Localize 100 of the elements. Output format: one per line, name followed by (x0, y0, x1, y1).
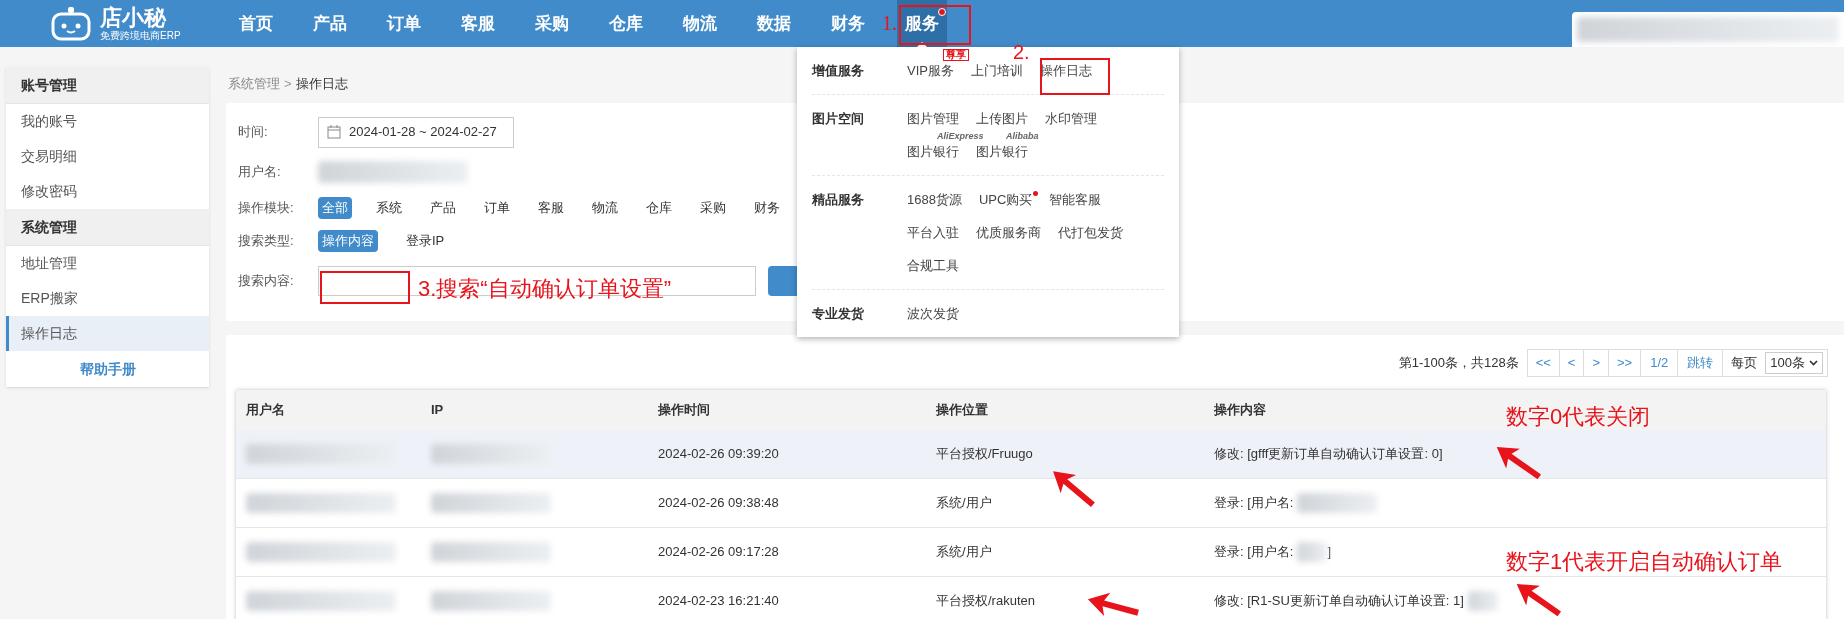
menu-item[interactable]: 代打包发货 (1058, 222, 1129, 243)
menu-item[interactable]: 合规工具 (907, 255, 965, 276)
nav-tab[interactable]: 首页 (231, 0, 281, 47)
page-button[interactable]: > (1584, 349, 1610, 376)
module-filter-tab[interactable]: 采购 (696, 197, 730, 219)
menu-group-title: 精品服务 (812, 190, 864, 209)
nav-tab[interactable]: 仓库 (601, 0, 651, 47)
page-button[interactable]: >> (1609, 349, 1642, 376)
menu-item[interactable]: 图片银行 (907, 141, 965, 162)
table-row[interactable]: 2024-02-26 09:38:48 系统/用户 登录: [用户名: (236, 479, 1826, 528)
menu-item[interactable]: 水印管理 (1045, 108, 1103, 129)
nav-tab[interactable]: 数据 (749, 0, 799, 47)
menu-item-note: Alibaba (1006, 132, 1039, 141)
column-header: IP (431, 402, 444, 418)
menu-item[interactable]: VIP服务 (907, 60, 960, 81)
step-annotation: 3.搜索“自动确认订单设置” (418, 275, 671, 303)
field-label: 时间: (238, 123, 269, 142)
nav-tab[interactable]: 物流 (675, 0, 725, 47)
robot-logo-icon (50, 6, 92, 41)
sidebar-item[interactable]: 地址管理 (6, 246, 209, 281)
per-page-label: 每页 (1730, 353, 1759, 372)
table-cell: 2024-02-23 16:21:40 (658, 593, 779, 609)
field-label: 用户名: (238, 163, 282, 182)
sidebar-section-header: 账号管理 (6, 67, 209, 104)
table-cell: 平台授权/rakuten (936, 593, 1035, 609)
nav-tab[interactable]: 采购 (527, 0, 577, 47)
nav-tab[interactable]: 产品 (305, 0, 355, 47)
menu-item[interactable]: 上传图片 (976, 108, 1034, 129)
module-filter-tab[interactable]: 订单 (480, 197, 514, 219)
help-link[interactable]: 帮助手册 (6, 351, 209, 387)
menu-group-title: 专业发货 (812, 304, 864, 323)
jump-button[interactable]: 跳转 (1678, 349, 1724, 376)
module-filter-tab[interactable]: 产品 (426, 197, 460, 219)
column-header: 用户名 (246, 402, 285, 418)
nav-tab[interactable]: 财务 (823, 0, 873, 47)
page-indicator: 1/2 (1641, 349, 1679, 376)
step-annotation: 1. (882, 11, 897, 36)
column-header: 操作时间 (658, 402, 710, 418)
search-type-tab[interactable]: 登录IP (402, 230, 449, 252)
search-type-tab[interactable]: 操作内容 (318, 230, 378, 252)
nav-tab[interactable]: 订单 (379, 0, 429, 47)
menu-item[interactable]: 平台入驻 (907, 222, 965, 243)
menu-item[interactable]: 图片管理 (907, 108, 965, 129)
menu-item[interactable]: UPC购买 (978, 189, 1039, 210)
page-button[interactable]: << (1527, 349, 1560, 376)
per-page-select[interactable]: 100条 (1765, 351, 1823, 374)
menu-group-title: 图片空间 (812, 109, 864, 128)
highlight-frame (1040, 58, 1110, 95)
sidebar-item[interactable]: ERP搬家 (6, 281, 209, 316)
module-filter-tab[interactable]: 物流 (588, 197, 622, 219)
column-header: 操作位置 (936, 402, 988, 418)
redacted-block (1297, 542, 1328, 562)
table-cell: 2024-02-26 09:38:48 (658, 495, 779, 511)
highlight-frame (899, 5, 971, 45)
table-cell: 平台授权/Fruugo (936, 446, 1033, 462)
field-label: 操作模块: (238, 199, 295, 218)
module-filter-tab[interactable]: 客服 (534, 197, 568, 219)
module-filter-tab[interactable]: 系统 (372, 197, 406, 219)
chevron-down-icon (1809, 359, 1818, 366)
sidebar-item[interactable]: 交易明细 (6, 139, 209, 174)
table-cell-text: 修改: [R1-SU更新订单自动确认订单设置: 1] (1214, 592, 1464, 611)
module-filter-tab[interactable]: 全部 (318, 197, 352, 219)
table-row[interactable]: 2024-02-26 09:39:20 平台授权/Fruugo 修改: [gfff更新订单自动确认订单设置: 0] (236, 430, 1826, 479)
sidebar-item[interactable]: 我的账号 (6, 104, 209, 139)
field-label: 搜索类型: (238, 232, 295, 251)
menu-item[interactable]: 1688货源 (907, 189, 968, 210)
menu-item[interactable]: 操作日志 (1039, 60, 1098, 81)
date-range-field[interactable]: 2024-01-28 ~ 2024-02-27 (318, 116, 514, 148)
sidebar-item[interactable]: 修改密码 (6, 174, 209, 209)
module-filter-tab[interactable]: 仓库 (642, 197, 676, 219)
calendar-icon (327, 125, 341, 139)
breadcrumb-current: 操作日志 (295, 75, 348, 94)
table-cell: 2024-02-26 09:17:28 (658, 544, 779, 560)
menu-item-tag: 尊享 (943, 49, 969, 61)
table-cell-text: 修改: [gfff更新订单自动确认订单设置: 0] (1214, 445, 1443, 464)
menu-item-note: AliExpress (937, 132, 984, 141)
sidebar-item[interactable]: 操作日志 (6, 316, 209, 351)
breadcrumb-separator: > (284, 75, 292, 94)
sidebar-section-header: 系统管理 (6, 209, 209, 246)
table-cell: 2024-02-26 09:39:20 (658, 446, 779, 462)
note-annotation: 数字0代表关闭 (1506, 404, 1651, 430)
menu-item[interactable]: 智能客服 (1049, 189, 1108, 210)
pagination-summary: 第1-100条，共128条 (1398, 353, 1519, 372)
nav-tab[interactable]: 客服 (453, 0, 503, 47)
table-cell-text: 登录: [用户名: (1214, 494, 1294, 513)
table-cell: 系统/用户 (936, 544, 992, 560)
table-cell-text: ] (1327, 543, 1332, 562)
menu-item[interactable]: 优质服务商 (976, 222, 1047, 243)
menu-group-title: 增值服务 (812, 61, 864, 80)
menu-item[interactable]: 波次发货 (907, 303, 965, 324)
note-annotation: 数字1代表开启自动确认订单 (1506, 548, 1783, 576)
page-button[interactable]: < (1559, 349, 1585, 376)
table-cell-text: 登录: [用户名: (1214, 543, 1294, 562)
logo-name: 店小秘 (100, 6, 168, 29)
table-cell: 系统/用户 (936, 495, 992, 511)
menu-item[interactable]: 图片银行 (976, 141, 1034, 162)
logo-tagline: 免费跨境电商ERP (100, 30, 181, 41)
column-header: 操作内容 (1214, 402, 1266, 418)
module-filter-tab[interactable]: 财务 (750, 197, 784, 219)
field-label: 搜索内容: (238, 272, 295, 291)
